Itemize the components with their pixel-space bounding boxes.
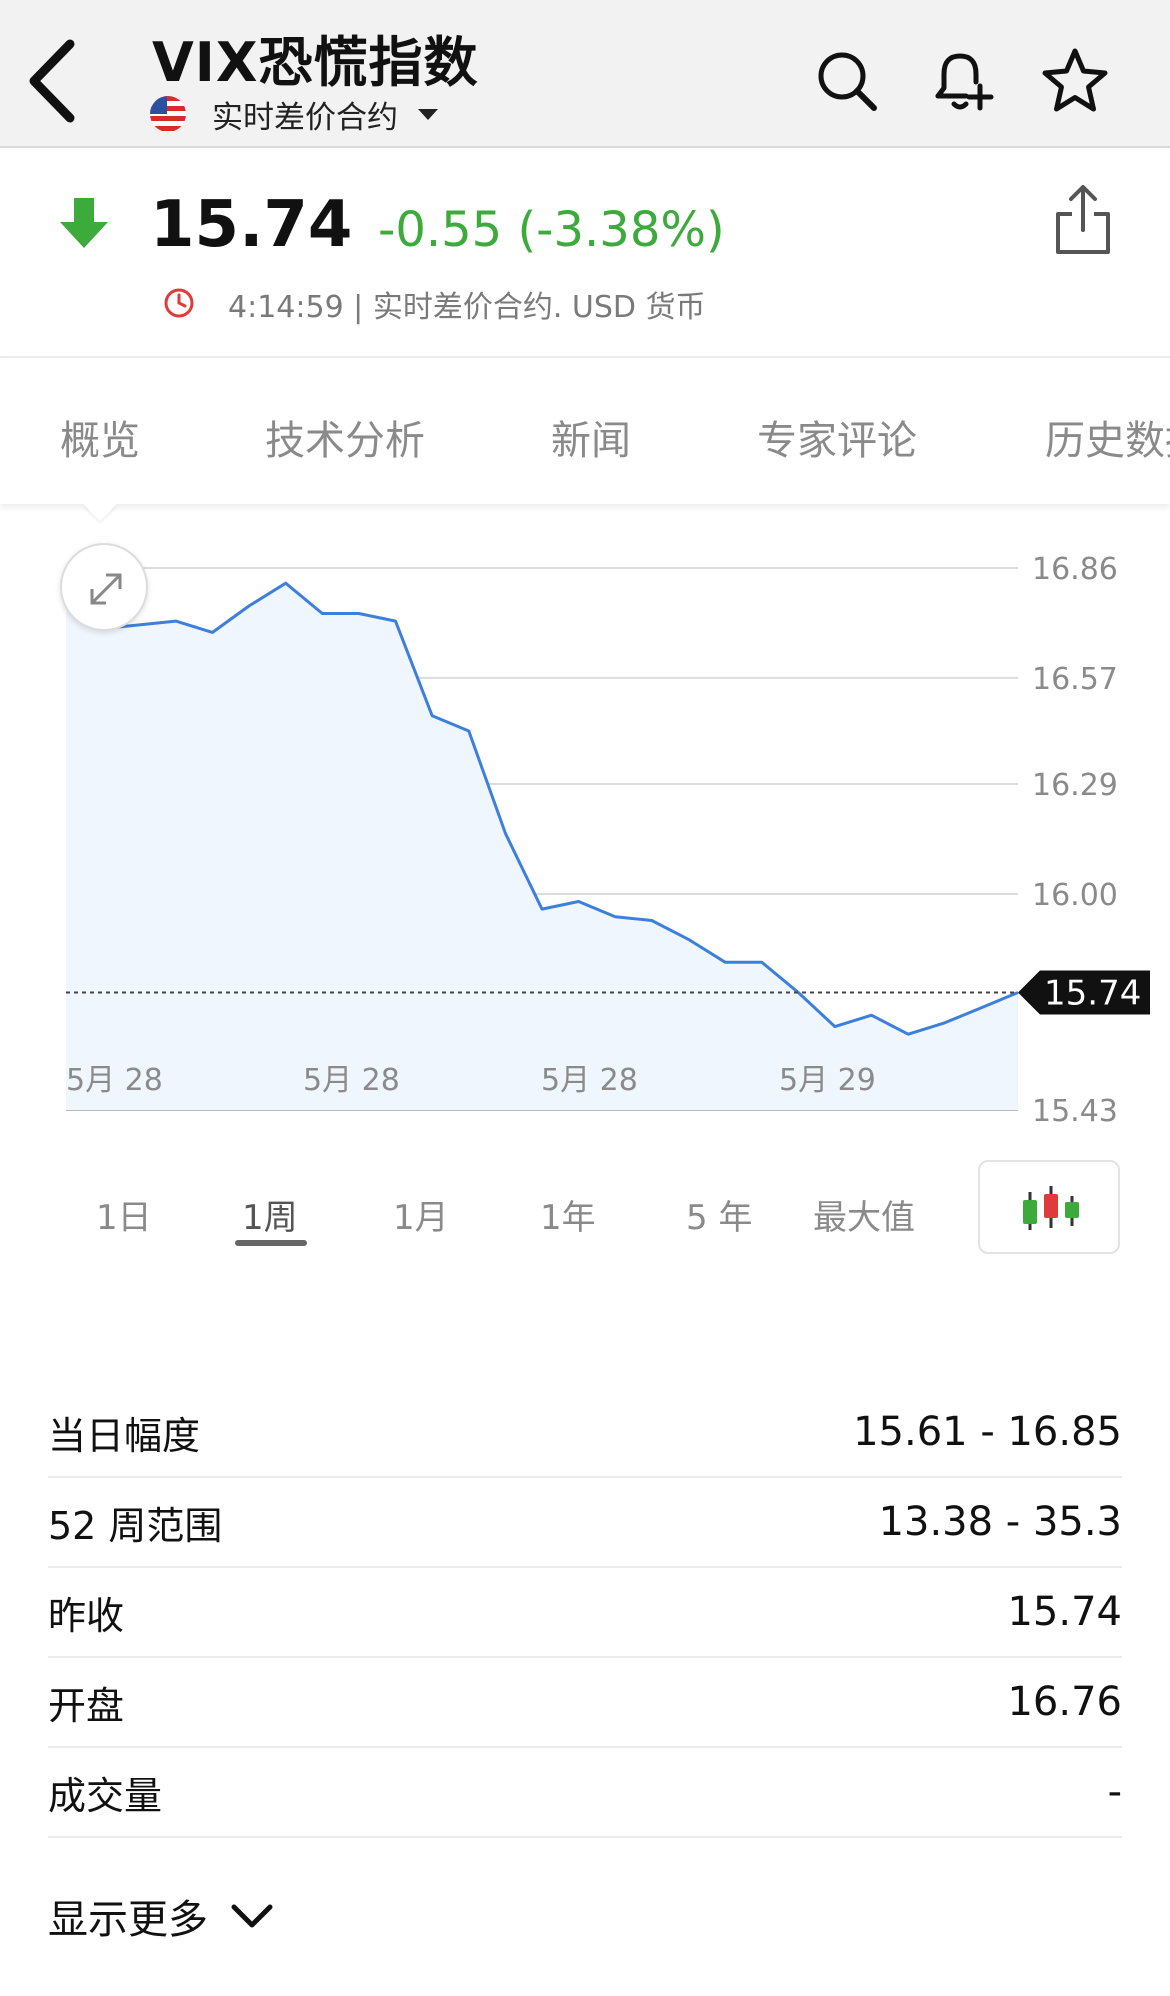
tab-news[interactable]: 新闻 xyxy=(551,408,631,466)
stat-row-day-range: 当日幅度 15.61 - 16.85 xyxy=(48,1388,1122,1478)
clock-icon xyxy=(164,288,194,318)
contract-type-label: 实时差价合约 xyxy=(212,99,398,136)
stat-row-open: 开盘 16.76 xyxy=(48,1658,1122,1748)
stat-label: 52 周范围 xyxy=(48,1503,223,1548)
stat-value: 13.38 - 35.3 xyxy=(878,1499,1122,1545)
range-5y[interactable]: 5 年 xyxy=(686,1190,752,1239)
stat-label: 开盘 xyxy=(48,1683,125,1728)
range-1y[interactable]: 1年 xyxy=(540,1190,596,1239)
section-tabs: 概览 技术分析 新闻 专家评论 历史数据 xyxy=(0,360,1170,504)
chevron-down-icon xyxy=(231,1904,273,1928)
stat-row-volume: 成交量 - xyxy=(48,1748,1122,1838)
bell-plus-icon[interactable] xyxy=(926,46,996,116)
stat-label: 成交量 xyxy=(48,1773,163,1818)
us-flag-icon xyxy=(150,96,186,132)
expand-icon xyxy=(90,573,122,605)
time-range-selector: 1日 1周 1月 1年 5 年 最大值 xyxy=(0,1160,1170,1260)
range-max[interactable]: 最大值 xyxy=(813,1190,915,1239)
contract-type-selector[interactable]: 实时差价合约 xyxy=(150,92,438,136)
x-tick-label: 5月 28 xyxy=(66,1063,163,1098)
tab-overview[interactable]: 概览 xyxy=(60,408,140,466)
current-value-label: 15.74 xyxy=(1044,974,1141,1014)
y-tick-label: 16.86 xyxy=(1032,552,1118,587)
back-chevron-icon[interactable] xyxy=(20,36,90,126)
tab-expert-comments[interactable]: 专家评论 xyxy=(757,408,917,466)
quote-meta: 4:14:59 | 实时差价合约. USD 货币 xyxy=(228,290,706,325)
stat-label: 当日幅度 xyxy=(48,1413,201,1458)
stat-value: 15.74 xyxy=(1007,1589,1122,1635)
stat-value: - xyxy=(1107,1769,1122,1815)
app-header: VIX恐慌指数 实时差价合约 xyxy=(0,0,1170,148)
range-underline xyxy=(235,1240,307,1246)
range-1d[interactable]: 1日 xyxy=(96,1190,152,1239)
stat-value: 16.76 xyxy=(1007,1679,1122,1725)
y-tick-label: 16.57 xyxy=(1032,662,1118,697)
x-tick-label: 5月 28 xyxy=(541,1063,638,1098)
x-tick-label: 5月 29 xyxy=(779,1063,876,1098)
stat-row-52w-range: 52 周范围 13.38 - 35.3 xyxy=(48,1478,1122,1568)
y-tick-label: 16.29 xyxy=(1032,768,1118,803)
tab-technical-analysis[interactable]: 技术分析 xyxy=(265,408,425,466)
show-more-button[interactable]: 显示更多 xyxy=(48,1886,274,1946)
key-stats: 当日幅度 15.61 - 16.85 52 周范围 13.38 - 35.3 昨… xyxy=(48,1388,1122,1838)
stat-row-prev-close: 昨收 15.74 xyxy=(48,1568,1122,1658)
star-icon[interactable] xyxy=(1040,46,1110,116)
down-arrow-icon xyxy=(60,198,108,248)
search-icon[interactable] xyxy=(812,46,882,116)
last-price: 15.74 xyxy=(150,188,353,262)
candlestick-icon xyxy=(1023,1186,1079,1230)
price-chart[interactable]: 16.86 16.57 16.29 16.00 15.43 15.74 5月 28 5月 28… xyxy=(0,510,1170,1130)
expand-chart-button[interactable] xyxy=(60,543,148,631)
candlestick-toggle-button[interactable] xyxy=(978,1160,1120,1254)
range-1w[interactable]: 1周 xyxy=(242,1190,298,1239)
tab-historical-data[interactable]: 历史数据 xyxy=(1045,408,1170,466)
x-tick-label: 5月 28 xyxy=(303,1063,400,1098)
stat-value: 15.61 - 16.85 xyxy=(853,1409,1122,1455)
stat-label: 昨收 xyxy=(48,1593,125,1638)
caret-down-icon xyxy=(418,108,438,120)
show-more-label: 显示更多 xyxy=(48,1897,208,1943)
y-tick-label: 15.43 xyxy=(1032,1094,1118,1129)
range-1m[interactable]: 1月 xyxy=(393,1190,449,1239)
page-title: VIX恐慌指数 xyxy=(152,31,479,94)
y-tick-label: 16.00 xyxy=(1032,878,1118,913)
share-icon[interactable] xyxy=(1052,182,1114,256)
quote-summary: 15.74 -0.55 (-3.38%) 4:14:59 | 实时差价合约. U… xyxy=(0,150,1170,358)
chart-area xyxy=(66,583,1018,1110)
price-change: -0.55 (-3.38%) xyxy=(378,202,725,258)
